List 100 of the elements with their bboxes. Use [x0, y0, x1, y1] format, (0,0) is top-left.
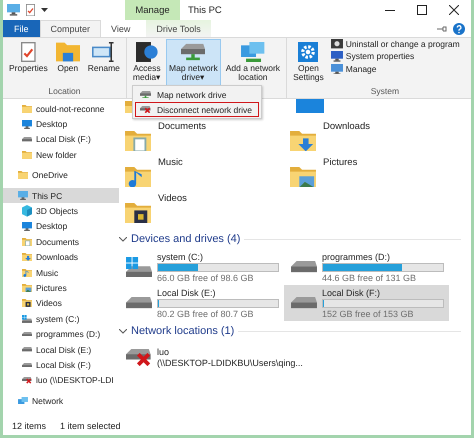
free-space: 152 GB free of 153 GB [322, 308, 415, 318]
drive-icon [291, 261, 317, 273]
menu-item[interactable]: Disconnect network drive [135, 102, 259, 117]
drive-tile[interactable]: Local Disk (F:) 152 GB free of 153 GB [284, 285, 449, 321]
settings-icon [298, 42, 318, 62]
media-icon [136, 42, 158, 62]
nav-item[interactable]: Pictures [3, 280, 119, 296]
section-heading[interactable]: Network locations (1) [131, 325, 234, 337]
pictures-folder-icon [290, 166, 316, 187]
ribbon-button[interactable]: Open Settings [290, 39, 327, 86]
ribbon-button[interactable]: Manage [330, 64, 460, 74]
rename-icon [92, 42, 116, 62]
nav-item[interactable]: OneDrive [3, 168, 119, 183]
nav-item[interactable]: Downloads [3, 250, 119, 265]
drive-icon [291, 297, 317, 309]
ribbon-button[interactable]: System properties [330, 51, 460, 62]
folder-name[interactable]: Music [158, 157, 183, 168]
nav-item[interactable]: Local Disk (E:) [3, 342, 119, 358]
disconnected-drive-icon [126, 348, 152, 366]
computer-icon [7, 4, 20, 16]
drive-name: Local Disk (E:) [157, 288, 217, 298]
nav-item[interactable]: could-not-reconne [3, 101, 119, 116]
drive-tile[interactable]: programmes (D:) 44.6 GB free of 131 GB [284, 249, 449, 285]
dropdown-icon[interactable] [41, 8, 48, 12]
nav-item[interactable]: New folder [3, 147, 119, 163]
network-drive-icon [140, 90, 150, 98]
section-heading[interactable]: Devices and drives (4) [131, 233, 240, 245]
pin-icon[interactable] [437, 26, 447, 32]
nav-item[interactable]: system (C:) [3, 311, 119, 326]
window-title: This PC [188, 4, 223, 16]
downloads-folder-icon [22, 253, 32, 262]
ribbon-button[interactable]: Map network drive▾ [166, 39, 221, 86]
drive-icon [22, 362, 32, 368]
nav-item[interactable]: Desktop [3, 116, 119, 132]
music-folder-icon [22, 268, 32, 277]
nav-item[interactable]: Network [3, 393, 119, 408]
nav-item[interactable]: Local Disk (F:) [3, 357, 119, 373]
drive-icon [22, 137, 32, 142]
drive-icon [22, 314, 32, 323]
drive-icon [22, 347, 32, 352]
ribbon-button[interactable]: Properties [6, 39, 51, 86]
folder-name[interactable]: Pictures [323, 157, 358, 168]
chevron-icon[interactable] [119, 236, 127, 242]
help-icon[interactable] [453, 22, 465, 34]
free-space: 80.2 GB free of 80.7 GB [157, 308, 255, 318]
nav-item[interactable]: Desktop [3, 218, 119, 234]
ribbon-tab[interactable]: Drive Tools [146, 20, 211, 37]
documents-folder-icon [22, 238, 32, 246]
ribbon-tab[interactable]: Computer [40, 20, 102, 37]
selection-count: 1 item selected [60, 421, 121, 431]
close-icon[interactable] [449, 5, 459, 15]
location-path: (\\DESKTOP-LDIDKBU\Users\qing... [157, 358, 303, 368]
nav-item[interactable]: This PC [3, 188, 119, 204]
ribbon-button[interactable]: Uninstall or change a program [330, 39, 460, 49]
videos-folder-icon [125, 202, 151, 223]
nav-item[interactable]: programmes (D:) [3, 326, 119, 342]
drive-icon [22, 332, 32, 336]
drive-name: system (C:) [157, 252, 204, 262]
checklist-icon [21, 42, 36, 62]
ribbon-tab[interactable]: View [101, 20, 140, 37]
videos-folder-icon [22, 299, 32, 308]
free-space: 66.0 GB free of 98.6 GB [157, 272, 255, 282]
ribbon-button[interactable]: Access media▾ [130, 39, 164, 86]
disconnected-drive-icon [22, 377, 32, 384]
cube-icon [22, 205, 32, 217]
checklist-icon [26, 4, 35, 16]
contextual-tab-header: Manage [125, 0, 180, 20]
pictures-folder-icon [22, 284, 32, 292]
disconnected-drive-icon [140, 106, 150, 114]
drive-name: programmes (D:) [322, 252, 392, 262]
ribbon-button[interactable]: Rename [84, 39, 123, 86]
nav-item[interactable]: Videos [3, 296, 119, 312]
nav-item[interactable]: luo (\\DESKTOP-LDI [3, 372, 119, 388]
nav-item[interactable]: Documents [3, 234, 119, 250]
folder-name[interactable]: Videos [158, 193, 187, 204]
ribbon-button[interactable]: Add a network location [222, 39, 284, 86]
item-count: 12 items [12, 421, 46, 431]
nav-item[interactable]: 3D Objects [3, 203, 119, 219]
folder-name[interactable]: Documents [158, 121, 206, 132]
menu-item[interactable]: Map network drive [135, 87, 259, 102]
nav-item[interactable]: Music [3, 264, 119, 280]
downloads-folder-icon [290, 130, 316, 151]
network-drive-icon [181, 42, 206, 62]
folder-name[interactable]: Downloads [323, 121, 370, 132]
drive-name: Local Disk (F:) [322, 288, 382, 298]
folder-icon [18, 171, 28, 180]
maximize-icon[interactable] [417, 5, 427, 15]
location-name[interactable]: luo [157, 347, 303, 357]
drive-tile[interactable]: system (C:) 66.0 GB free of 98.6 GB [119, 249, 284, 285]
network-icon [18, 397, 28, 404]
drive-tile[interactable]: Local Disk (E:) 80.2 GB free of 80.7 GB [119, 285, 284, 321]
nav-item[interactable]: Local Disk (F:) [3, 132, 119, 148]
drive-icon [126, 256, 152, 278]
group-label: Location [47, 86, 82, 98]
folder-icon [56, 42, 80, 62]
documents-folder-icon [125, 130, 151, 151]
ribbon-button[interactable]: Open [52, 39, 83, 86]
chevron-icon[interactable] [119, 328, 127, 334]
group-label: System [370, 86, 400, 98]
ribbon-tab[interactable]: File [3, 20, 40, 37]
